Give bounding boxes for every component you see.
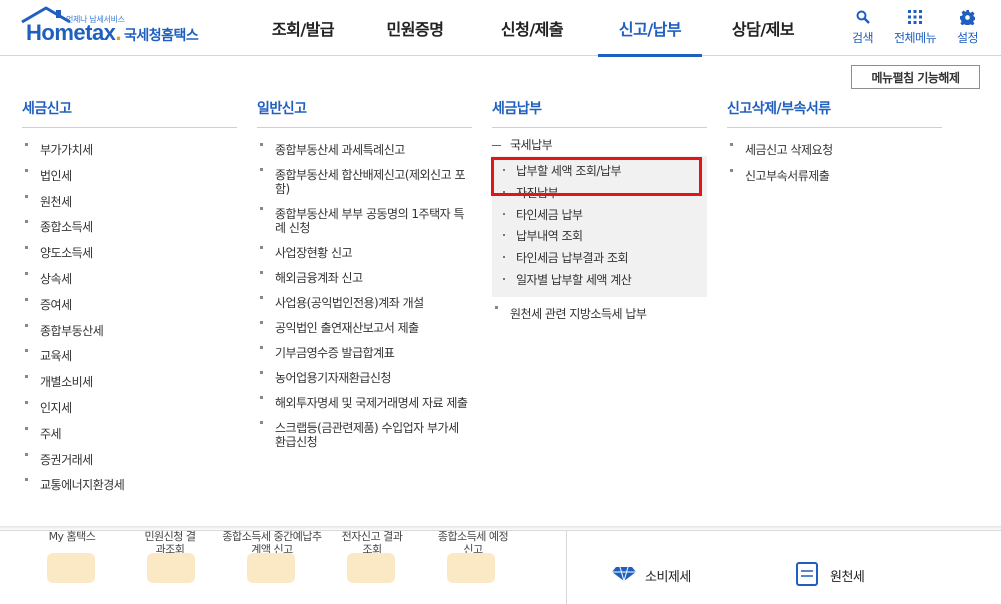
shortcut-icon-box[interactable] <box>47 553 95 583</box>
menu-item-general-3[interactable]: 사업장현황 신고 <box>257 240 472 265</box>
menu-item-general-8[interactable]: 농어업용기자재환급신청 <box>257 365 472 390</box>
search-label: 검색 <box>852 31 874 45</box>
nav-consult-report[interactable]: 상담/제보 <box>710 0 816 56</box>
menu-item-corporate-tax[interactable]: 법인세 <box>22 163 237 189</box>
logo-brand-text: Hometax <box>26 20 116 45</box>
menu-item-liquor-tax[interactable]: 주세 <box>22 421 237 447</box>
section-divider <box>566 530 567 604</box>
nav-inquiry-issue[interactable]: 조회/발급 <box>250 0 356 56</box>
search-icon <box>856 8 870 26</box>
shortcut-icon-box[interactable] <box>347 553 395 583</box>
menu-item-general-6[interactable]: 공익법인 출연재산보고서 제출 <box>257 315 472 340</box>
tax-payment-extra-list: 원천세 관련 지방소득세 납부 <box>492 300 707 321</box>
menu-item-energy-tax[interactable]: 교통에너지환경세 <box>22 472 237 498</box>
shortcut-consumption-tax[interactable]: 소비제세 <box>645 566 691 585</box>
column-title: 신고삭제/부속서류 <box>727 98 942 128</box>
menu-item-general-0[interactable]: 종합부동산세 과세특례신고 <box>257 137 472 162</box>
hometax-logo[interactable]: 언제나 납세서비스 Hometax. 국세청홈택스 <box>20 6 205 52</box>
nav-civil-cert[interactable]: 민원증명 <box>356 0 474 56</box>
all-menu-button[interactable]: 전체메뉴 <box>894 8 937 46</box>
logo-brand-dot: . <box>115 20 122 45</box>
menu-item-education-tax[interactable]: 교육세 <box>22 343 237 369</box>
menu-item-payment-history[interactable]: 납부내역 조회 <box>492 225 707 247</box>
diamond-icon <box>612 566 636 582</box>
menu-item-withholding-tax[interactable]: 원천세 <box>22 189 237 215</box>
main-nav: 조회/발급 민원증명 신청/제출 신고/납부 상담/제보 <box>250 0 816 57</box>
top-header: 언제나 납세서비스 Hometax. 국세청홈택스 조회/발급 민원증명 신청/… <box>0 0 1001 57</box>
menu-column-deletion-docs: 신고삭제/부속서류 세금신고 삭제요청 신고부속서류제출 <box>727 98 942 189</box>
logo-brand: Hometax. <box>26 20 122 46</box>
menu-column-general-filing: 일반신고 종합부동산세 과세특례신고 종합부동산세 합산배제신고(제외신고 포함… <box>257 98 472 454</box>
shortcut-withholding-tax[interactable]: 원천세 <box>830 566 865 585</box>
menu-expand-release-button[interactable]: 메뉴펼침 기능해제 <box>851 65 980 89</box>
menu-item-income-tax[interactable]: 종합소득세 <box>22 214 237 240</box>
national-tax-payment-heading[interactable]: 국세납부 <box>492 134 707 156</box>
general-filing-list: 종합부동산세 과세특례신고 종합부동산세 합산배제신고(제외신고 포함) 종합부… <box>257 137 472 454</box>
document-icon <box>796 562 818 586</box>
shortcut-icon-box[interactable] <box>147 553 195 583</box>
menu-item-stamp-tax[interactable]: 인지세 <box>22 395 237 421</box>
menu-item-general-1[interactable]: 종합부동산세 합산배제신고(제외신고 포함) <box>257 162 472 201</box>
menu-item-gift-tax[interactable]: 증여세 <box>22 292 237 318</box>
menu-item-securities-tax[interactable]: 증권거래세 <box>22 447 237 473</box>
menu-item-property-tax[interactable]: 종합부동산세 <box>22 318 237 344</box>
menu-item-delete-request[interactable]: 세금신고 삭제요청 <box>727 137 942 163</box>
gear-icon <box>960 8 976 26</box>
shortcut-my-hometax[interactable]: My 홈택스 <box>40 530 104 543</box>
menu-item-attach-docs[interactable]: 신고부속서류제출 <box>727 163 942 189</box>
shortcut-icon-box[interactable] <box>247 553 295 583</box>
all-menu-label: 전체메뉴 <box>894 31 937 45</box>
column-title: 세금납부 <box>492 98 707 128</box>
search-button[interactable]: 검색 <box>852 8 874 46</box>
menu-column-tax-filing: 세금신고 부가가치세 법인세 원천세 종합소득세 양도소득세 상속세 증여세 종… <box>22 98 237 498</box>
menu-item-pay-others-tax[interactable]: 타인세금 납부 <box>492 204 707 226</box>
column-title: 세금신고 <box>22 98 237 128</box>
menu-item-general-5[interactable]: 사업용(공익법인전용)계좌 개설 <box>257 290 472 315</box>
menu-item-consumption-tax[interactable]: 개별소비세 <box>22 369 237 395</box>
nav-apply-submit[interactable]: 신청/제출 <box>474 0 590 56</box>
nav-report-pay[interactable]: 신고/납부 <box>590 0 710 57</box>
grid-menu-icon <box>908 8 923 26</box>
tax-filing-list: 부가가치세 법인세 원천세 종합소득세 양도소득세 상속세 증여세 종합부동산세… <box>22 137 237 498</box>
settings-label: 설정 <box>957 31 979 45</box>
settings-button[interactable]: 설정 <box>957 8 979 46</box>
logo-brand-kr: 국세청홈택스 <box>124 28 199 44</box>
menu-item-general-4[interactable]: 해외금융계좌 신고 <box>257 265 472 290</box>
selected-item-highlight <box>491 157 702 196</box>
shortcut-icon-box[interactable] <box>447 553 495 583</box>
menu-item-capital-gains-tax[interactable]: 양도소득세 <box>22 240 237 266</box>
menu-item-general-9[interactable]: 해외투자명세 및 국제거래명세 자료 제출 <box>257 390 472 415</box>
menu-item-general-7[interactable]: 기부금영수증 발급합계표 <box>257 340 472 365</box>
column-title: 일반신고 <box>257 98 472 128</box>
menu-item-daily-tax-calc[interactable]: 일자별 납부할 세액 계산 <box>492 269 707 291</box>
menu-item-general-10[interactable]: 스크랩등(금관련제품) 수입업자 부가세 환급신청 <box>257 415 472 454</box>
menu-item-general-2[interactable]: 종합부동산세 부부 공동명의 1주택자 특례 신청 <box>257 201 472 240</box>
deletion-list: 세금신고 삭제요청 신고부속서류제출 <box>727 137 942 189</box>
menu-item-local-income-tax[interactable]: 원천세 관련 지방소득세 납부 <box>492 300 707 321</box>
menu-item-inheritance-tax[interactable]: 상속세 <box>22 266 237 292</box>
menu-column-tax-payment: 세금납부 국세납부 납부할 세액 조회/납부 자진납부 타인세금 납부 납부내역… <box>492 98 707 321</box>
menu-item-others-payment-result[interactable]: 타인세금 납부결과 조회 <box>492 247 707 269</box>
menu-item-vat[interactable]: 부가가치세 <box>22 137 237 163</box>
